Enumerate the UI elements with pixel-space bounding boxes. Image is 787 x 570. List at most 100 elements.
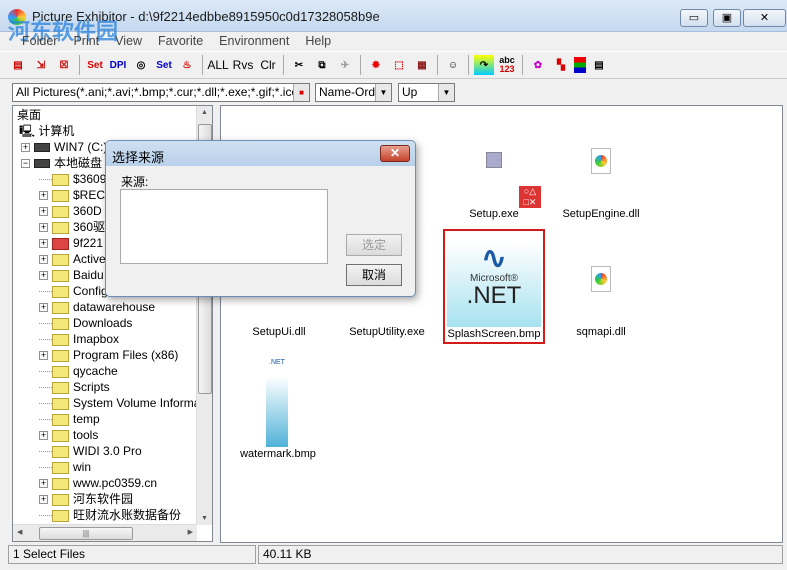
export-icon[interactable]: ⇲ <box>31 55 51 75</box>
rotate-icon[interactable]: ↷ <box>474 55 494 75</box>
tree-item-folder[interactable]: WIDI 3.0 Pro <box>39 443 142 459</box>
filter-combo[interactable]: All Pictures(*.ani;*.avi;*.bmp;*.cur;*.d… <box>12 83 310 102</box>
dropdown-icon[interactable]: ■ <box>293 84 309 101</box>
file-item[interactable]: sqmapi.dll <box>551 228 651 338</box>
expand-icon[interactable]: + <box>39 239 48 249</box>
tree-item-folder[interactable]: temp <box>39 411 100 427</box>
layers-icon[interactable]: ▚ <box>551 55 571 75</box>
tree-item-folder[interactable]: System Volume Information <box>39 395 212 411</box>
tree-item-folder[interactable]: Downloads <box>39 315 132 331</box>
tree-item-folder[interactable]: + 河东软件园 <box>39 491 133 507</box>
cancel-button[interactable]: 取消 <box>346 264 402 286</box>
chevron-down-icon[interactable]: ▼ <box>438 84 454 101</box>
expand-icon[interactable]: + <box>39 479 48 489</box>
tree-item-desktop[interactable]: 桌面 <box>17 107 41 123</box>
scroll-down-icon[interactable]: ▼ <box>201 515 208 522</box>
menu-folder[interactable]: Folder <box>14 32 65 50</box>
dpi-button[interactable]: DPI <box>108 55 128 75</box>
color-icon[interactable]: ✿ <box>528 55 548 75</box>
rgb-icon[interactable] <box>574 57 586 73</box>
select-all-button[interactable]: ALL <box>207 55 228 75</box>
file-item[interactable]: .NET watermark.bmp <box>228 351 328 461</box>
product-text: .NET <box>466 282 522 309</box>
tree-item-folder[interactable]: + Program Files (x86) <box>39 347 178 363</box>
tree-label: www.pc0359.cn <box>73 476 158 490</box>
folder-icon <box>52 477 69 490</box>
scroll-left-icon[interactable]: ◀ <box>17 528 22 536</box>
expand-icon[interactable]: + <box>21 143 30 153</box>
tree-item-folder[interactable]: + Baidu <box>39 267 104 283</box>
scroll-thumb[interactable]: ||| <box>39 527 133 540</box>
file-item[interactable]: ○△ □✕ Setup.exe <box>444 146 544 226</box>
scroll-up-icon[interactable]: ▲ <box>201 109 208 116</box>
tree-item-folder[interactable]: +360D <box>39 203 102 219</box>
toolbar: ▤ ⇲ ☒ Set DPI ◎ Set ♨ ALL Rvs Clr ✂ ⧉ ✈ … <box>0 51 787 79</box>
expand-icon[interactable]: + <box>39 207 48 217</box>
tree-item-folder[interactable]: $3609 <box>39 171 106 187</box>
rename-button[interactable]: abc 123 <box>497 55 517 75</box>
tree-item-drive-c[interactable]: + WIN7 (C:) <box>21 139 107 155</box>
cut-icon[interactable]: ✂ <box>289 55 309 75</box>
tree-line <box>39 403 52 405</box>
scroll-right-icon[interactable]: ▶ <box>188 528 193 536</box>
wall-icon[interactable]: ▦ <box>412 55 432 75</box>
menu-print[interactable]: Print <box>65 32 107 50</box>
tree-item-drive-d[interactable]: − 本地磁盘 <box>21 155 102 171</box>
menu-help[interactable]: Help <box>297 32 339 50</box>
expand-icon[interactable]: + <box>39 223 48 233</box>
tree-item-folder[interactable]: +9f221 <box>39 235 103 251</box>
select-button[interactable]: 选定 <box>346 234 402 256</box>
dialog-close-button[interactable]: ✕ <box>380 145 410 162</box>
direction-select[interactable]: Up ▼ <box>398 83 455 102</box>
set2-button[interactable]: Set <box>154 55 174 75</box>
tree-item-folder[interactable]: + datawarehouse <box>39 299 155 315</box>
tree-item-folder[interactable]: + tools <box>39 427 98 443</box>
close-button[interactable]: ✕ <box>743 9 786 27</box>
scan-icon[interactable]: ◎ <box>131 55 151 75</box>
expand-icon[interactable]: + <box>39 351 48 361</box>
chevron-down-icon[interactable]: ▼ <box>375 84 391 101</box>
order-select[interactable]: Name-Order ▼ <box>315 83 392 102</box>
pin-icon[interactable]: ✈ <box>335 55 355 75</box>
list-icon[interactable]: ▤ <box>589 55 609 75</box>
tree-item-folder[interactable]: + Active <box>39 251 106 267</box>
tree-item-folder[interactable]: 旺财流水账数据备份 <box>39 507 181 523</box>
maximize-button[interactable]: ▣ <box>713 9 741 27</box>
menu-environment[interactable]: Environment <box>211 32 297 50</box>
tree-item-folder[interactable]: qycache <box>39 363 118 379</box>
expand-icon[interactable]: + <box>39 495 48 505</box>
set-button[interactable]: Set <box>85 55 105 75</box>
expand-icon[interactable]: + <box>39 271 48 281</box>
source-list[interactable] <box>120 189 328 264</box>
tree-line <box>39 451 52 453</box>
fire-icon[interactable]: ♨ <box>177 55 197 75</box>
open-icon[interactable]: ▤ <box>8 55 28 75</box>
tree-item-folder[interactable]: Imapbox <box>39 331 119 347</box>
horizontal-scrollbar[interactable]: ◀ ||| ▶ <box>13 524 197 541</box>
dialog-title-text: 选择来源 <box>112 150 165 165</box>
tree-item-folder[interactable]: Scripts <box>39 379 110 395</box>
tree-item-folder[interactable]: + www.pc0359.cn <box>39 475 157 491</box>
reverse-button[interactable]: Rvs <box>231 55 255 75</box>
expand-icon[interactable]: + <box>39 303 48 313</box>
clear-button[interactable]: Clr <box>258 55 278 75</box>
expand-icon[interactable]: + <box>39 191 48 201</box>
minimize-button[interactable]: ▭ <box>680 9 708 27</box>
tree-item-folder[interactable]: win <box>39 459 91 475</box>
tree-item-folder[interactable]: +360驱 <box>39 219 105 235</box>
menu-favorite[interactable]: Favorite <box>150 32 211 50</box>
face-icon[interactable]: ☺ <box>443 55 463 75</box>
expand-icon[interactable]: + <box>39 255 48 265</box>
frame-icon[interactable]: ⬚ <box>389 55 409 75</box>
expand-icon[interactable]: + <box>39 431 48 441</box>
menu-view[interactable]: View <box>107 32 150 50</box>
file-item-selected[interactable]: ∿ Microsoft® .NET SplashScreen.bmp <box>443 229 545 344</box>
tree-item-folder[interactable]: Config <box>39 283 108 299</box>
delete-icon[interactable]: ☒ <box>54 55 74 75</box>
collapse-icon[interactable]: − <box>21 159 30 169</box>
file-item[interactable]: SetupEngine.dll <box>551 146 651 226</box>
tree-item-computer[interactable]: 🖳 计算机 <box>19 123 74 139</box>
tree-item-folder[interactable]: + $REC <box>39 187 105 203</box>
copy-icon[interactable]: ⧉ <box>312 55 332 75</box>
light-icon[interactable]: ✹ <box>366 55 386 75</box>
